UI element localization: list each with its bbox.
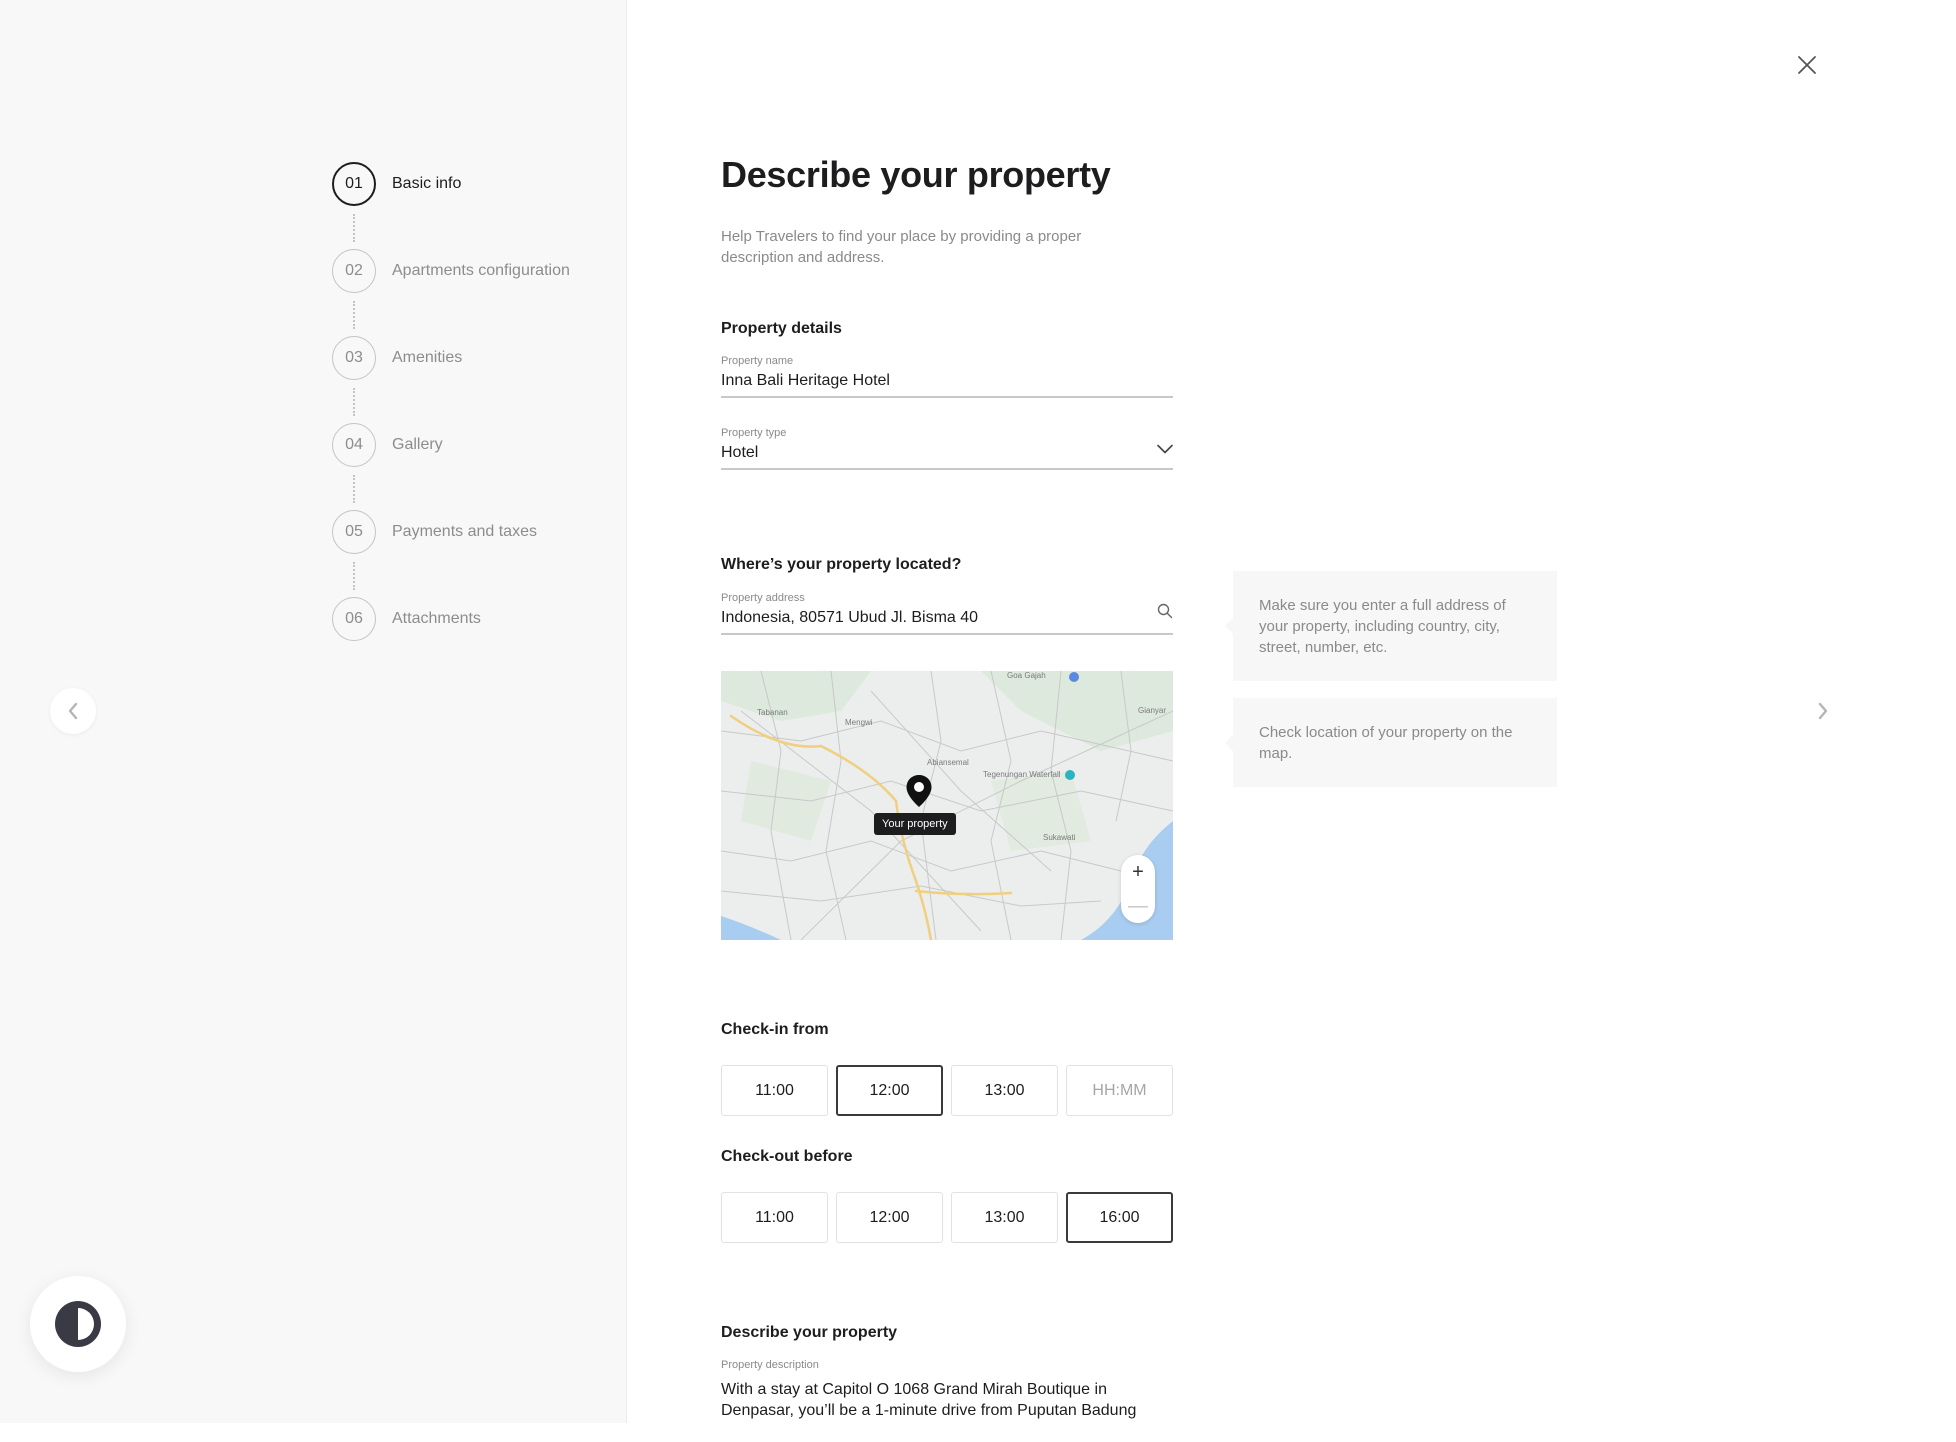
step-connector xyxy=(353,562,355,590)
contrast-icon xyxy=(55,1301,101,1347)
map-pin-icon[interactable] xyxy=(905,774,933,808)
step-number: 02 xyxy=(332,249,376,293)
checkout-option-1200[interactable]: 12:00 xyxy=(836,1192,943,1243)
property-type-label: Property type xyxy=(721,427,787,439)
close-button[interactable] xyxy=(1794,52,1820,78)
description-heading: Describe your property xyxy=(721,1324,898,1341)
checkout-option-1100[interactable]: 11:00 xyxy=(721,1192,828,1243)
map-hint-text: Check location of your property on the m… xyxy=(1259,723,1513,762)
property-address-input[interactable] xyxy=(721,609,1173,633)
property-name-field: Property name xyxy=(721,355,1173,398)
step-connector xyxy=(353,388,355,416)
theme-toggle-button[interactable] xyxy=(30,1276,126,1372)
step-connector xyxy=(353,301,355,329)
checkout-option-1600[interactable]: 16:00 xyxy=(1066,1192,1173,1243)
step-payments-and-taxes[interactable]: 05 Payments and taxes xyxy=(332,510,570,590)
page-title: Describe your property xyxy=(721,154,1111,195)
checkout-heading: Check-out before xyxy=(721,1148,853,1165)
step-label: Attachments xyxy=(392,610,481,627)
zoom-in-button[interactable]: + xyxy=(1121,855,1155,889)
property-address-label: Property address xyxy=(721,592,805,604)
step-apartments-configuration[interactable]: 02 Apartments configuration xyxy=(332,249,570,329)
property-name-label: Property name xyxy=(721,355,794,367)
zoom-control: + — xyxy=(1121,855,1155,923)
step-number: 06 xyxy=(332,597,376,641)
address-hint-text: Make sure you enter a full address of yo… xyxy=(1259,596,1506,656)
checkin-custom-time[interactable]: HH:MM xyxy=(1066,1065,1173,1116)
next-button[interactable] xyxy=(1800,688,1846,734)
map-place-label: Sukawati xyxy=(1043,833,1076,842)
zoom-out-button[interactable]: — xyxy=(1121,889,1155,923)
property-type-field[interactable]: Property type Hotel xyxy=(721,427,1173,470)
step-connector xyxy=(353,475,355,503)
map-roads xyxy=(721,671,1173,940)
property-details-heading: Property details xyxy=(721,320,842,337)
step-gallery[interactable]: 04 Gallery xyxy=(332,423,570,503)
map-place-label: Mengwi xyxy=(845,718,873,727)
stepper: 01 Basic info 02 Apartments configuratio… xyxy=(332,162,570,641)
step-attachments[interactable]: 06 Attachments xyxy=(332,597,570,641)
property-address-field: Property address xyxy=(721,592,1173,635)
map-place-label: Goa Gajah xyxy=(1007,671,1046,680)
chevron-left-icon xyxy=(68,702,78,720)
location-heading: Where’s your property located? xyxy=(721,556,962,573)
map-place-label: Tabanan xyxy=(757,708,788,717)
chevron-right-icon xyxy=(1818,702,1828,720)
previous-button[interactable] xyxy=(50,688,96,734)
step-label: Basic info xyxy=(392,175,462,192)
page-subtitle: Help Travelers to find your place by pro… xyxy=(721,228,1082,266)
step-connector xyxy=(353,214,355,242)
property-map[interactable]: Goa Gajah Tabanan Mengwi Gianyar Abianse… xyxy=(721,671,1173,940)
property-description-input[interactable]: With a stay at Capitol O 1068 Grand Mira… xyxy=(721,1379,1173,1421)
step-label: Apartments configuration xyxy=(392,262,570,279)
chevron-down-icon[interactable] xyxy=(1157,441,1173,459)
step-label: Amenities xyxy=(392,349,463,366)
checkout-option-1300[interactable]: 13:00 xyxy=(951,1192,1058,1243)
step-number: 05 xyxy=(332,510,376,554)
property-name-input[interactable] xyxy=(721,372,1173,396)
step-label: Gallery xyxy=(392,436,443,453)
search-icon[interactable] xyxy=(1157,603,1173,624)
step-amenities[interactable]: 03 Amenities xyxy=(332,336,570,416)
map-place-label: Abiansemal xyxy=(927,758,969,767)
property-type-select[interactable]: Hotel xyxy=(721,444,1173,468)
map-place-label: Tegenungan Waterfall xyxy=(983,770,1061,779)
checkin-option-1200[interactable]: 12:00 xyxy=(836,1065,943,1116)
map-place-label: Gianyar xyxy=(1138,706,1167,715)
step-label: Payments and taxes xyxy=(392,523,537,540)
map-pin-label: Your property xyxy=(874,813,956,835)
close-icon xyxy=(1798,56,1816,74)
map-hint: Check location of your property on the m… xyxy=(1225,698,1557,787)
checkin-option-1300[interactable]: 13:00 xyxy=(951,1065,1058,1116)
property-description-label: Property description xyxy=(721,1359,819,1371)
step-number: 03 xyxy=(332,336,376,380)
checkout-options: 11:00 12:00 13:00 16:00 xyxy=(721,1192,1173,1243)
step-basic-info[interactable]: 01 Basic info xyxy=(332,162,570,242)
checkin-heading: Check-in from xyxy=(721,1021,829,1038)
checkin-option-1100[interactable]: 11:00 xyxy=(721,1065,828,1116)
step-number: 04 xyxy=(332,423,376,467)
step-number: 01 xyxy=(332,162,376,206)
address-hint: Make sure you enter a full address of yo… xyxy=(1225,571,1557,681)
checkin-options: 11:00 12:00 13:00 HH:MM xyxy=(721,1065,1173,1116)
